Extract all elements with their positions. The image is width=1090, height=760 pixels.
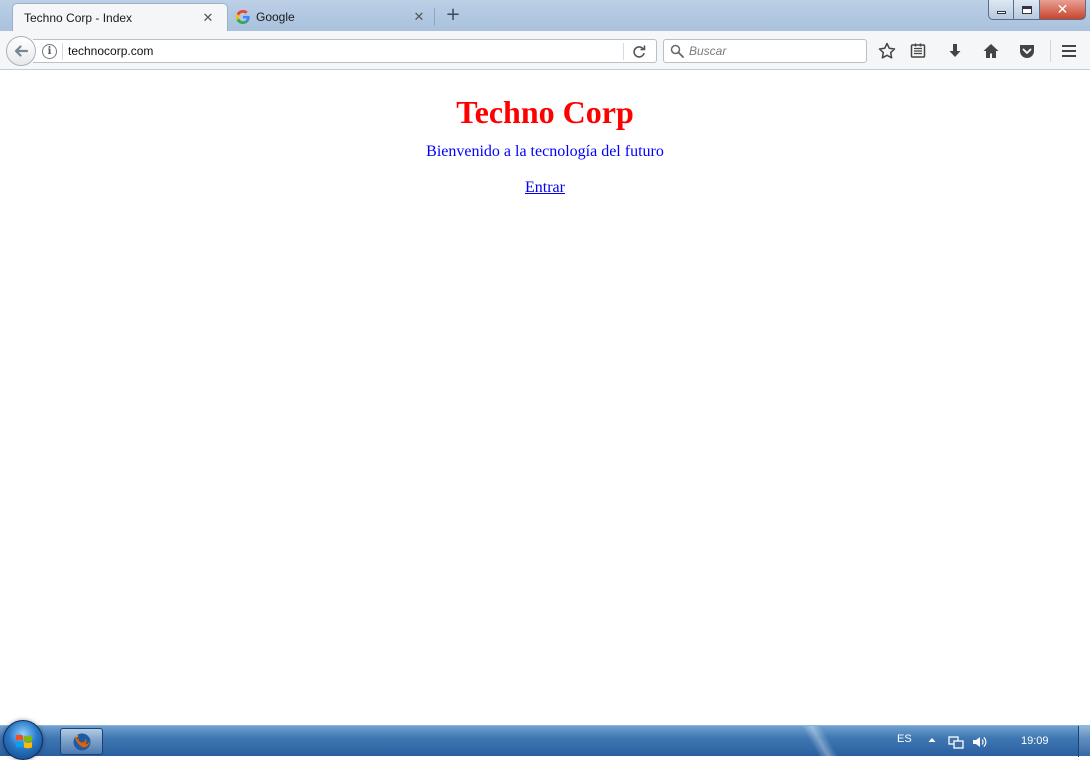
- download-icon[interactable]: [945, 41, 965, 61]
- page-title: Techno Corp: [456, 94, 634, 130]
- reading-list-icon[interactable]: [908, 41, 928, 61]
- tab-title: Techno Corp - Index: [24, 10, 133, 25]
- url-divider: [62, 43, 63, 60]
- back-button[interactable]: [6, 36, 36, 66]
- tab-title: Google: [256, 10, 295, 24]
- hamburger-menu-icon[interactable]: [1059, 41, 1079, 61]
- tab-techno-corp[interactable]: Techno Corp - Index ✕: [12, 3, 228, 31]
- taskbar-firefox-button[interactable]: [60, 728, 103, 755]
- clock[interactable]: 19:09: [1021, 735, 1049, 747]
- minimize-button[interactable]: [988, 0, 1014, 20]
- reload-divider: [623, 43, 624, 60]
- firefox-icon: [73, 733, 90, 750]
- reload-icon[interactable]: [630, 43, 648, 61]
- new-tab-button[interactable]: +: [444, 5, 462, 25]
- pocket-icon[interactable]: [1017, 41, 1037, 61]
- show-desktop-button[interactable]: [1078, 726, 1090, 757]
- start-button[interactable]: [3, 720, 43, 760]
- language-indicator[interactable]: ES: [897, 733, 912, 745]
- page-content: Techno Corp Bienvenido a la tecnología d…: [0, 71, 1090, 725]
- close-tab-icon[interactable]: ✕: [201, 11, 215, 25]
- navigation-toolbar: i technocorp.com: [0, 31, 1090, 70]
- tab-separator: [434, 8, 435, 26]
- close-tab-icon[interactable]: ✕: [412, 10, 426, 24]
- url-bar[interactable]: i technocorp.com: [33, 39, 657, 63]
- home-icon[interactable]: [981, 41, 1001, 61]
- search-input[interactable]: [689, 42, 859, 60]
- windows-logo-icon: [16, 734, 32, 749]
- back-arrow-icon: [14, 45, 29, 57]
- volume-icon[interactable]: [971, 734, 987, 750]
- search-bar[interactable]: [663, 39, 867, 63]
- toolbar-separator: [1050, 40, 1051, 62]
- close-icon: ✕: [1056, 1, 1069, 18]
- site-info-icon[interactable]: i: [42, 44, 57, 59]
- maximize-icon: [1021, 5, 1032, 14]
- url-text[interactable]: technocorp.com: [68, 44, 153, 58]
- google-g-icon: [236, 10, 250, 24]
- enter-link[interactable]: Entrar: [525, 179, 565, 197]
- minimize-icon: [996, 11, 1006, 14]
- network-icon[interactable]: [948, 734, 964, 750]
- close-window-button[interactable]: ✕: [1040, 0, 1086, 20]
- show-hidden-icons-icon[interactable]: [927, 735, 937, 745]
- search-icon: [670, 44, 684, 58]
- maximize-button[interactable]: [1014, 0, 1040, 20]
- tab-strip: Techno Corp - Index ✕ Google ✕ + ✕: [0, 0, 1090, 31]
- window-controls: ✕: [988, 0, 1086, 20]
- taskbar: ES 19:09: [0, 720, 1090, 760]
- tab-google[interactable]: Google ✕: [232, 3, 432, 31]
- page-subtitle: Bienvenido a la tecnología del futuro: [426, 143, 664, 160]
- taskbar-glare: [780, 726, 860, 757]
- star-icon[interactable]: [877, 41, 897, 61]
